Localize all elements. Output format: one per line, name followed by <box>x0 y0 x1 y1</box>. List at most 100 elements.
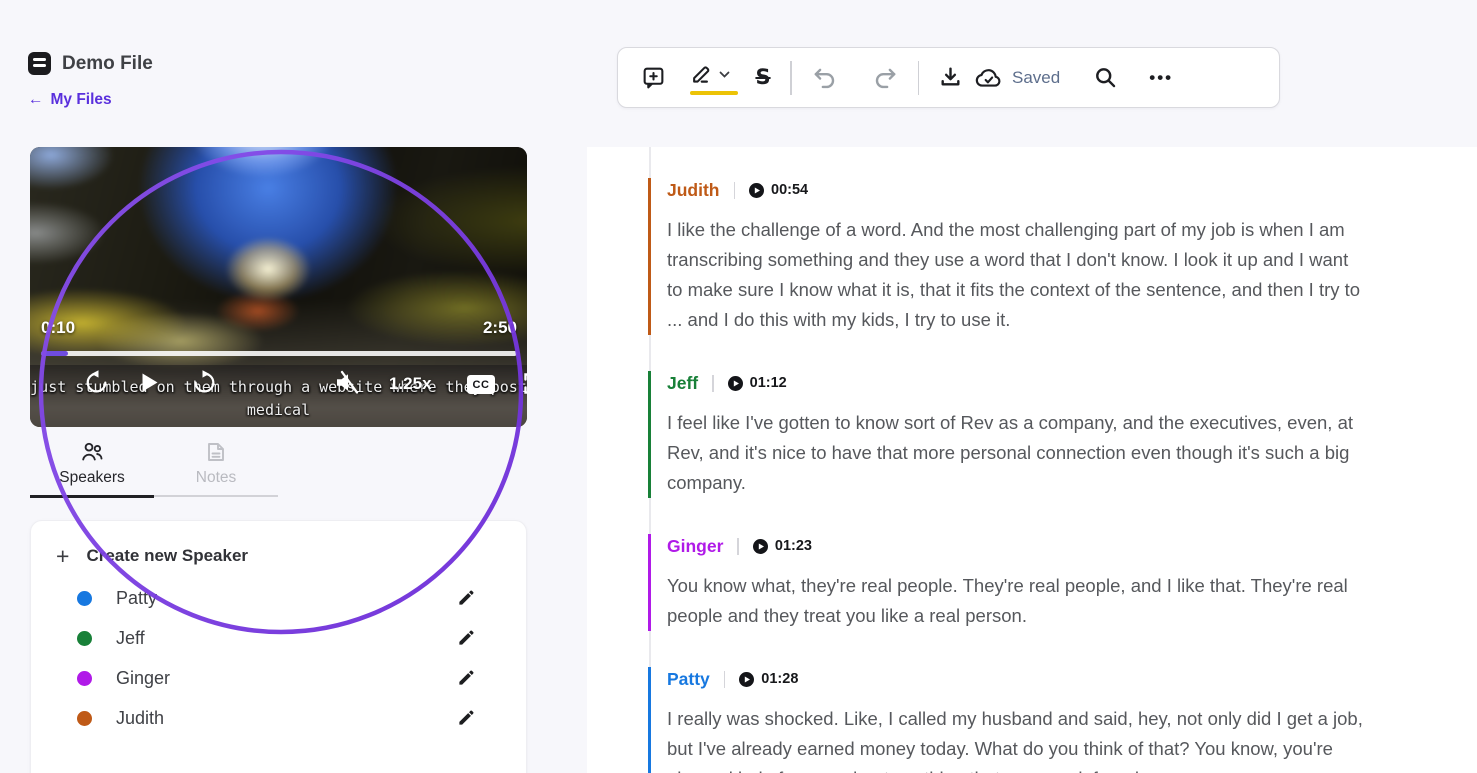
speaker-name: Judith <box>116 708 164 729</box>
video-player[interactable]: 0:10 2:50 just stumbled on them through … <box>30 147 527 427</box>
speaker-name: Ginger <box>116 668 170 689</box>
notes-icon <box>206 441 226 463</box>
highlight-color-swatch <box>690 91 738 95</box>
create-new-speaker-button[interactable]: + Create new Speaker <box>31 521 526 566</box>
transcript-block-judith: Judith 00:54 I like the challenge of a w… <box>648 178 1370 335</box>
tab-notes-label: Notes <box>196 469 237 487</box>
forward-icon <box>191 369 218 396</box>
transcript-panel: Judith 00:54 I like the challenge of a w… <box>587 147 1477 773</box>
chevron-down-icon <box>719 71 730 79</box>
download-button[interactable] <box>931 58 969 98</box>
play-circle-icon <box>753 539 768 554</box>
pencil-icon <box>457 708 476 727</box>
divider <box>724 671 726 688</box>
speaker-row-jeff: Jeff <box>31 618 526 658</box>
fullscreen-button[interactable] <box>524 373 527 394</box>
duration: 2:50 <box>483 318 517 338</box>
speaker-list: Patty Jeff Ginger Judith <box>31 578 526 738</box>
timestamp-button[interactable]: 01:23 <box>753 538 812 554</box>
play-circle-icon <box>728 376 743 391</box>
divider <box>734 182 736 199</box>
transcript-speaker-name[interactable]: Judith <box>667 180 720 201</box>
transcript-text[interactable]: I feel like I've gotten to know sort of … <box>667 408 1367 498</box>
more-icon: ••• <box>1149 68 1173 88</box>
fullscreen-icon <box>524 373 527 394</box>
tab-speakers-label: Speakers <box>59 469 124 487</box>
transcript-speaker-name[interactable]: Patty <box>667 669 710 690</box>
sidebar-tabs: Speakers Notes <box>30 438 278 497</box>
pencil-icon <box>457 668 476 687</box>
transcript-block-jeff: Jeff 01:12 I feel like I've gotten to kn… <box>648 371 1370 498</box>
add-comment-button[interactable] <box>634 58 672 98</box>
page-title: Demo File <box>62 53 153 75</box>
toolbar-divider <box>918 61 920 95</box>
highlighter-icon <box>688 61 715 87</box>
speaker-color-dot <box>77 631 92 646</box>
rewind-icon <box>83 369 110 396</box>
document-icon <box>28 52 51 75</box>
pencil-icon <box>457 628 476 647</box>
captions-toggle-button[interactable]: CC <box>467 375 495 394</box>
add-comment-icon <box>641 65 666 90</box>
play-icon <box>142 373 158 392</box>
speaker-name: Jeff <box>116 628 145 649</box>
play-circle-icon <box>749 183 764 198</box>
redo-icon <box>872 65 898 91</box>
strikethrough-icon: S <box>755 67 770 88</box>
rewind-button[interactable] <box>83 369 110 396</box>
transcript-speaker-name[interactable]: Ginger <box>667 536 723 557</box>
transcript-block-patty: Patty 01:28 I really was shocked. Like, … <box>648 667 1370 773</box>
speakers-icon <box>80 441 104 463</box>
transcript-block-ginger: Ginger 01:23 You know what, they're real… <box>648 534 1370 631</box>
play-circle-icon <box>739 672 754 687</box>
playback-speed-button[interactable]: 1.25x <box>389 374 432 394</box>
speaker-row-patty: Patty <box>31 578 526 618</box>
transcript-text[interactable]: I really was shocked. Like, I called my … <box>667 704 1367 773</box>
more-options-button[interactable]: ••• <box>1142 58 1180 98</box>
highlighter-button[interactable] <box>688 61 730 95</box>
current-time: 0:10 <box>41 318 75 338</box>
timestamp-button[interactable]: 01:12 <box>728 375 787 391</box>
edit-speaker-button[interactable] <box>457 588 477 608</box>
back-to-my-files-link[interactable]: ← My Files <box>28 91 153 109</box>
toolbar-divider <box>790 61 792 95</box>
speakers-panel: + Create new Speaker Patty Jeff Ginger <box>30 520 527 773</box>
divider <box>737 538 739 555</box>
divider <box>712 375 714 392</box>
speaker-name: Patty <box>116 588 157 609</box>
tab-notes[interactable]: Notes <box>154 438 278 497</box>
edit-speaker-button[interactable] <box>457 628 477 648</box>
undo-button[interactable] <box>806 58 844 98</box>
download-icon <box>938 65 963 90</box>
strikethrough-button[interactable]: S <box>744 58 782 98</box>
play-button[interactable] <box>142 373 158 392</box>
transcript-speaker-name[interactable]: Jeff <box>667 373 698 394</box>
back-arrow-icon: ← <box>28 91 44 109</box>
redo-button[interactable] <box>866 58 904 98</box>
timestamp-button[interactable]: 00:54 <box>749 182 808 198</box>
seek-bar[interactable] <box>41 351 517 356</box>
cloud-check-icon <box>975 67 1003 89</box>
transcript-text[interactable]: I like the challenge of a word. And the … <box>667 215 1367 335</box>
cc-icon: CC <box>473 379 490 391</box>
tab-speakers[interactable]: Speakers <box>30 438 154 497</box>
speaker-color-dot <box>77 671 92 686</box>
search-icon <box>1093 65 1118 90</box>
pencil-icon <box>457 588 476 607</box>
edit-speaker-button[interactable] <box>457 668 477 688</box>
search-button[interactable] <box>1086 58 1124 98</box>
undo-icon <box>812 65 838 91</box>
seek-bar-fill <box>41 351 68 356</box>
transcript-text[interactable]: You know what, they're real people. They… <box>667 571 1367 631</box>
plus-icon: + <box>56 546 69 566</box>
speaker-color-dot <box>77 591 92 606</box>
speaker-row-ginger: Ginger <box>31 658 526 698</box>
mute-button[interactable] <box>333 370 361 395</box>
autosave-status: Saved <box>975 67 1060 89</box>
file-header: Demo File ← My Files <box>28 52 153 109</box>
timestamp-button[interactable]: 01:28 <box>739 671 798 687</box>
forward-button[interactable] <box>191 369 218 396</box>
saved-label: Saved <box>1012 68 1060 88</box>
edit-speaker-button[interactable] <box>457 708 477 728</box>
editor-toolbar: S Saved ••• <box>617 47 1280 108</box>
